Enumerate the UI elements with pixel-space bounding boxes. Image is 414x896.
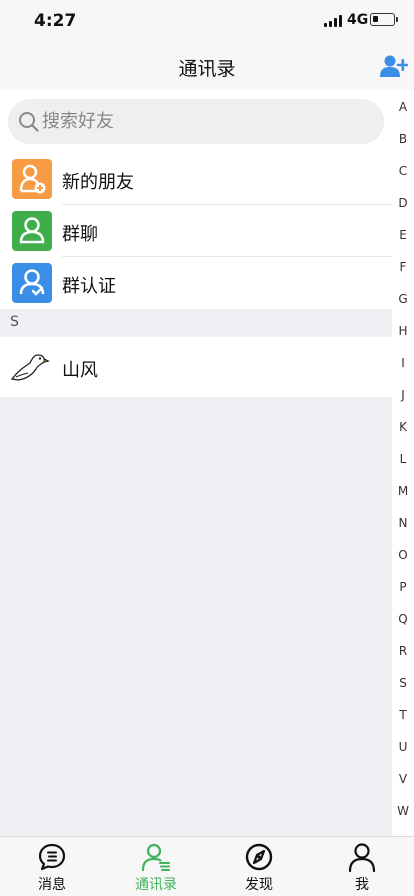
index-letter[interactable]: B — [392, 132, 414, 146]
index-letter[interactable]: E — [392, 228, 414, 242]
group-verify-item[interactable]: 群认证 — [0, 257, 392, 309]
tab-bar: 消息 通讯录 发现 我 — [0, 836, 414, 896]
tab-messages[interactable]: 消息 — [0, 837, 104, 896]
index-letter[interactable]: G — [392, 292, 414, 306]
index-letter[interactable]: C — [392, 164, 414, 178]
new-friends-item[interactable]: 新的朋友 — [0, 153, 392, 205]
index-letter[interactable]: N — [392, 516, 414, 530]
index-letter[interactable]: Q — [392, 612, 414, 626]
menu-label: 群聊 — [62, 224, 98, 245]
function-menu: 新的朋友 群聊 群认证 — [0, 153, 392, 309]
group-verify-icon — [12, 263, 52, 303]
group-chat-icon — [12, 211, 52, 251]
index-letter[interactable]: D — [392, 196, 414, 210]
tab-label: 发现 — [245, 877, 273, 893]
discover-icon — [245, 843, 273, 871]
search-bar — [0, 90, 392, 153]
page-title: 通讯录 — [178, 58, 236, 80]
search-box[interactable] — [8, 99, 384, 144]
index-letter[interactable]: S — [392, 676, 414, 690]
battery-icon — [370, 13, 398, 26]
tab-label: 通讯录 — [135, 877, 177, 893]
index-letter[interactable]: I — [392, 356, 414, 370]
status-bar: 4:27 4G — [0, 0, 414, 44]
index-letter[interactable]: A — [392, 100, 414, 114]
nav-bar: 通讯录 — [0, 44, 414, 90]
contacts-list[interactable]: 新的朋友 群聊 群认证 S — [0, 90, 392, 836]
menu-label: 群认证 — [62, 276, 116, 297]
index-letter[interactable]: T — [392, 708, 414, 722]
index-letter[interactable]: R — [392, 644, 414, 658]
profile-icon — [348, 843, 376, 872]
section-header: S — [0, 309, 392, 337]
index-letter[interactable]: P — [392, 580, 414, 594]
tab-discover[interactable]: 发现 — [207, 837, 311, 896]
index-letter[interactable]: O — [392, 548, 414, 562]
contacts-icon — [141, 843, 170, 872]
tab-contacts[interactable]: 通讯录 — [104, 837, 208, 896]
goose-avatar — [10, 354, 50, 381]
menu-label: 新的朋友 — [62, 172, 134, 193]
tab-me[interactable]: 我 — [310, 837, 414, 896]
network-type: 4G — [347, 12, 369, 28]
contact-name: 山风 — [62, 360, 98, 381]
index-letter[interactable]: H — [392, 324, 414, 338]
search-input[interactable] — [42, 106, 362, 136]
group-chat-item[interactable]: 群聊 — [0, 205, 392, 257]
index-letter[interactable]: L — [392, 452, 414, 466]
signal-icon — [324, 15, 344, 27]
index-letter[interactable]: J — [392, 388, 414, 402]
section-letter: S — [10, 314, 19, 330]
alphabet-index[interactable]: A B C D E F G H I J K L M N O P Q R S T … — [392, 90, 414, 836]
index-letter[interactable]: F — [392, 260, 414, 274]
add-friend-icon[interactable] — [380, 54, 409, 80]
message-icon — [38, 843, 66, 871]
search-icon — [19, 112, 39, 132]
tab-label: 消息 — [38, 877, 66, 893]
index-letter[interactable]: U — [392, 740, 414, 754]
contact-row[interactable]: 山风 — [0, 337, 392, 397]
index-letter[interactable]: K — [392, 420, 414, 434]
index-letter[interactable]: W — [392, 804, 414, 818]
contact-group: 山风 — [0, 337, 392, 397]
index-letter[interactable]: V — [392, 772, 414, 786]
new-friend-icon — [12, 159, 52, 199]
index-letter[interactable]: M — [392, 484, 414, 498]
status-time: 4:27 — [34, 11, 77, 31]
tab-label: 我 — [355, 877, 369, 893]
